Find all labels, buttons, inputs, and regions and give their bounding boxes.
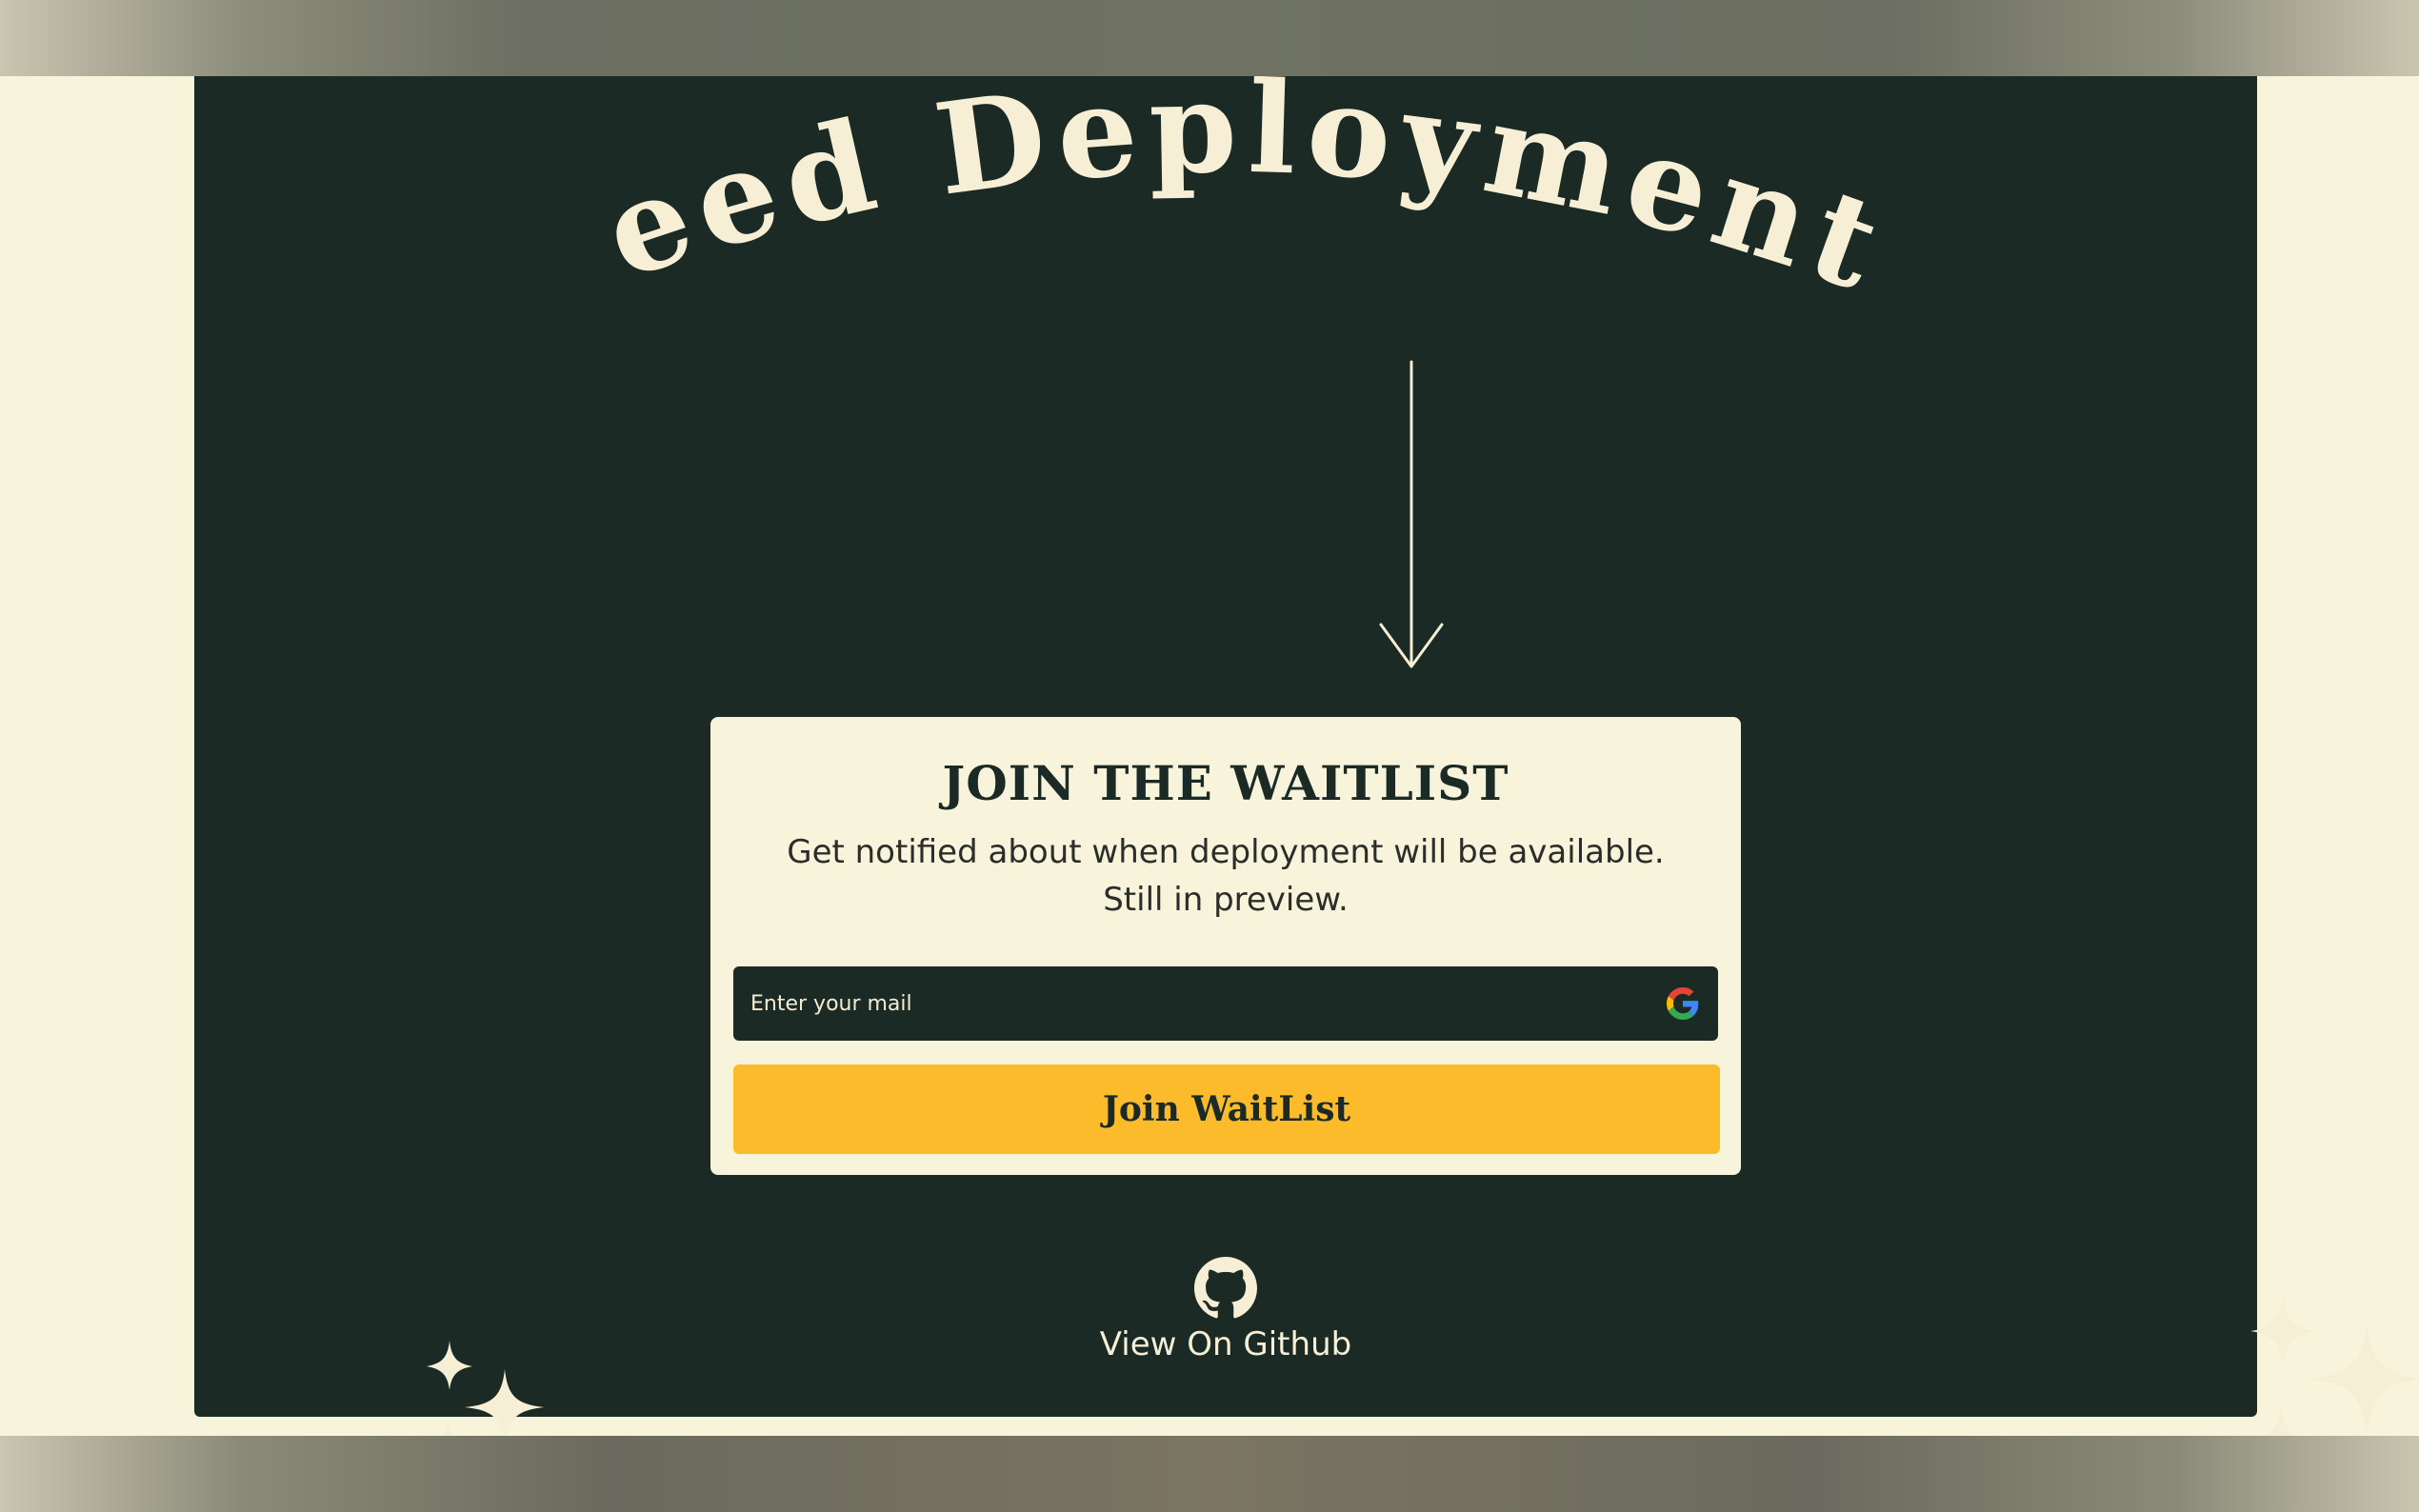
waitlist-subtitle: Get notified about when deployment will … [787,833,1665,919]
view-on-github-link[interactable]: View On Github [1035,1257,1416,1390]
top-blur-strip [0,0,2419,76]
email-field-container [733,966,1718,1041]
email-field[interactable] [733,966,1629,1041]
headline-graphic: Need Deployment? [194,76,1906,323]
arrow-down-icon [1379,360,1444,668]
join-waitlist-button[interactable]: Join WaitList [733,1064,1720,1154]
github-label: View On Github [1099,1325,1352,1363]
waitlist-card: JOIN THE WAITLIST Get notified about whe… [710,717,1741,1175]
main-panel: Need Deployment? JOIN THE WAITLIST Get n… [194,76,2419,1478]
waitlist-title: JOIN THE WAITLIST [942,755,1509,811]
google-icon [1667,987,1699,1020]
github-icon [1194,1257,1257,1319]
bottom-blur-strip [0,1436,2419,1512]
page-headline: Need Deployment? [194,76,1906,323]
